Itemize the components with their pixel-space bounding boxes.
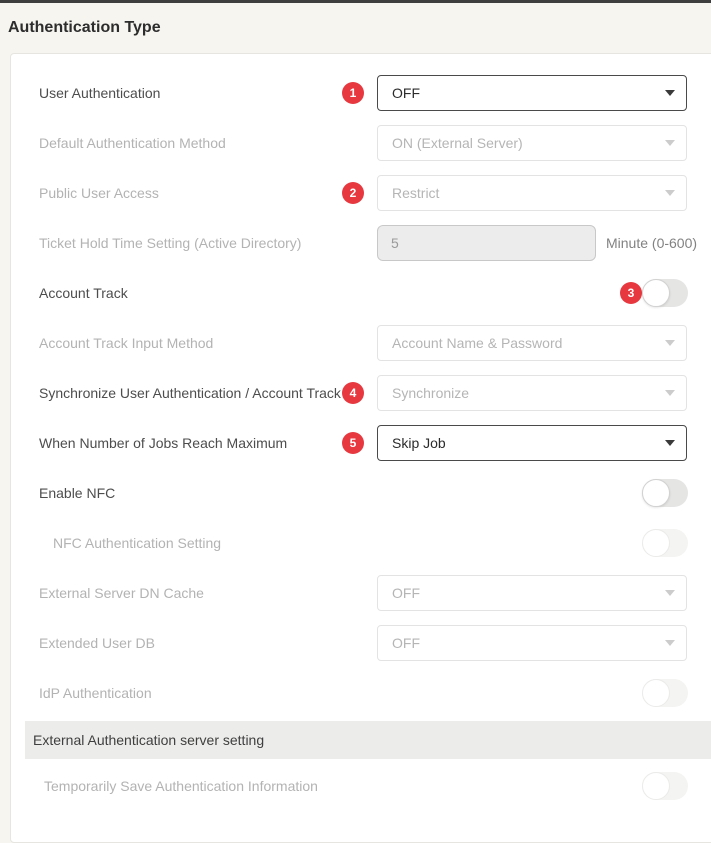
dropdown-arrow-icon — [665, 390, 675, 396]
row-nfc-authentication-setting: NFC Authentication Setting — [11, 518, 711, 568]
row-user-authentication: User Authentication 1 OFF — [11, 68, 711, 118]
row-temporarily-save-auth-info: Temporarily Save Authentication Informat… — [11, 761, 711, 811]
account-track-input-method-label: Account Track Input Method — [39, 335, 213, 351]
public-user-access-select: Restrict — [377, 175, 687, 211]
account-track-input-method-select: Account Name & Password — [377, 325, 687, 361]
row-extended-user-db: Extended User DB OFF — [11, 618, 711, 668]
idp-authentication-toggle — [642, 679, 688, 707]
temporarily-save-auth-info-label: Temporarily Save Authentication Informat… — [44, 778, 318, 794]
row-jobs-reach-maximum: When Number of Jobs Reach Maximum 5 Skip… — [11, 418, 711, 468]
ticket-hold-time-label: Ticket Hold Time Setting (Active Directo… — [39, 235, 301, 251]
ticket-hold-time-input-value: 5 — [391, 235, 399, 251]
dropdown-arrow-icon — [665, 340, 675, 346]
nfc-authentication-setting-toggle — [642, 529, 688, 557]
dropdown-arrow-icon — [665, 190, 675, 196]
dropdown-arrow-icon — [665, 640, 675, 646]
toggle-knob — [642, 679, 670, 707]
row-account-track: Account Track 3 — [11, 268, 711, 318]
ticket-hold-time-unit-label: Minute (0-600) — [606, 235, 697, 251]
ticket-hold-time-input: 5 — [377, 225, 596, 261]
synchronize-user-auth-account-track-label: Synchronize User Authentication / Accoun… — [39, 385, 341, 401]
default-authentication-method-label: Default Authentication Method — [39, 135, 226, 151]
row-external-server-dn-cache: External Server DN Cache OFF — [11, 568, 711, 618]
enable-nfc-toggle[interactable] — [642, 479, 688, 507]
step-badge-1: 1 — [342, 82, 364, 104]
user-authentication-select[interactable]: OFF — [377, 75, 687, 111]
external-server-dn-cache-select-value: OFF — [392, 585, 420, 601]
jobs-reach-maximum-select-value: Skip Job — [392, 435, 446, 451]
external-server-dn-cache-label: External Server DN Cache — [39, 585, 204, 601]
dropdown-arrow-icon — [665, 590, 675, 596]
public-user-access-select-value: Restrict — [392, 185, 439, 201]
jobs-reach-maximum-label: When Number of Jobs Reach Maximum — [39, 435, 287, 451]
temporarily-save-auth-info-toggle — [642, 772, 688, 800]
external-server-dn-cache-select: OFF — [377, 575, 687, 611]
dropdown-arrow-icon — [665, 440, 675, 446]
user-authentication-select-value: OFF — [392, 85, 420, 101]
step-badge-2: 2 — [342, 182, 364, 204]
extended-user-db-select: OFF — [377, 625, 687, 661]
step-badge-5: 5 — [342, 432, 364, 454]
toggle-knob — [642, 279, 670, 307]
jobs-reach-maximum-select[interactable]: Skip Job — [377, 425, 687, 461]
dropdown-arrow-icon — [665, 140, 675, 146]
extended-user-db-select-value: OFF — [392, 635, 420, 651]
toggle-knob — [642, 529, 670, 557]
row-idp-authentication: IdP Authentication — [11, 668, 711, 718]
row-account-track-input-method: Account Track Input Method Account Name … — [11, 318, 711, 368]
nfc-authentication-setting-label: NFC Authentication Setting — [53, 535, 221, 551]
default-authentication-method-select: ON (External Server) — [377, 125, 687, 161]
default-authentication-method-select-value: ON (External Server) — [392, 135, 523, 151]
section-header-label: External Authentication server setting — [33, 732, 264, 748]
dropdown-arrow-icon — [665, 90, 675, 96]
external-authentication-server-setting-header: External Authentication server setting — [25, 721, 711, 759]
account-track-toggle[interactable] — [642, 279, 688, 307]
step-badge-4: 4 — [342, 382, 364, 404]
account-track-label: Account Track — [39, 285, 128, 301]
toggle-knob — [642, 772, 670, 800]
step-badge-3: 3 — [620, 282, 642, 304]
row-default-authentication-method: Default Authentication Method ON (Extern… — [11, 118, 711, 168]
public-user-access-label: Public User Access — [39, 185, 159, 201]
user-authentication-label: User Authentication — [39, 85, 160, 101]
toggle-knob — [642, 479, 670, 507]
account-track-input-method-select-value: Account Name & Password — [392, 335, 562, 351]
row-synchronize-user-auth-account-track: Synchronize User Authentication / Accoun… — [11, 368, 711, 418]
row-enable-nfc: Enable NFC — [11, 468, 711, 518]
synchronize-user-auth-account-track-select: Synchronize — [377, 375, 687, 411]
enable-nfc-label: Enable NFC — [39, 485, 115, 501]
page-title: Authentication Type — [8, 19, 161, 37]
extended-user-db-label: Extended User DB — [39, 635, 155, 651]
idp-authentication-label: IdP Authentication — [39, 685, 152, 701]
synchronize-select-value: Synchronize — [392, 385, 469, 401]
top-accent-bar — [0, 0, 711, 3]
authentication-settings-panel: User Authentication 1 OFF Default Authen… — [10, 53, 711, 843]
row-public-user-access: Public User Access 2 Restrict — [11, 168, 711, 218]
row-ticket-hold-time: Ticket Hold Time Setting (Active Directo… — [11, 218, 711, 268]
